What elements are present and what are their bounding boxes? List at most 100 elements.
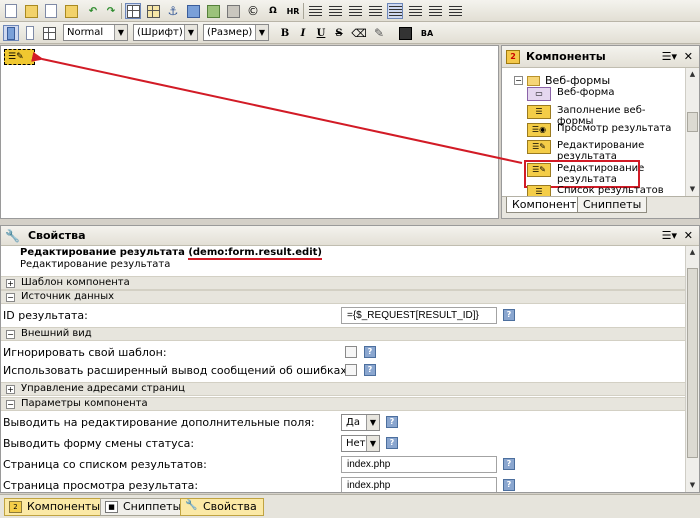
list-page-input[interactable] (341, 456, 497, 473)
scroll-down-icon[interactable]: ▼ (686, 183, 699, 196)
close-icon[interactable]: ✕ (684, 229, 693, 242)
source-mode-icon[interactable] (22, 25, 38, 41)
collapse-icon[interactable]: − (6, 400, 15, 409)
ordered-list-icon[interactable] (307, 3, 323, 19)
scroll-up-icon[interactable]: ▲ (686, 246, 699, 259)
bottom-tab-bar: 2 Компоненты ■ Сниппеты 🔧 Свойства (0, 494, 700, 518)
copyright-icon[interactable]: © (245, 3, 261, 19)
tree-item-label: Веб-форма (557, 87, 615, 98)
template-icon[interactable] (63, 3, 79, 19)
tab-snippets[interactable]: Сниппеты (577, 197, 648, 213)
help-icon[interactable]: ? (386, 437, 398, 449)
scroll-up-icon[interactable]: ▲ (686, 68, 699, 81)
collapse-icon[interactable]: − (6, 330, 15, 339)
text-color-icon[interactable]: ✎ (371, 25, 387, 41)
style-select[interactable]: Normal ▼ (63, 24, 128, 41)
help-icon[interactable]: ? (364, 346, 376, 358)
help-icon[interactable]: ? (503, 458, 515, 470)
save-icon[interactable] (23, 3, 39, 19)
scroll-thumb[interactable] (687, 268, 698, 458)
italic-button[interactable]: I (295, 25, 311, 41)
collapse-icon[interactable]: − (6, 293, 15, 302)
show-borders-icon[interactable] (125, 3, 141, 19)
group-component-params[interactable]: − Параметры компонента (1, 397, 685, 411)
status-form-select[interactable]: Нет ▼ (341, 435, 380, 452)
justify-icon[interactable] (447, 3, 463, 19)
editor-area[interactable]: ☰✎ (0, 45, 499, 219)
scroll-thumb[interactable] (687, 112, 698, 132)
bottom-tab-properties[interactable]: 🔧 Свойства (180, 498, 264, 516)
list-page-label: Страница со списком результатов: (3, 458, 207, 471)
strikethrough-button[interactable]: S (331, 25, 347, 41)
tree-folder-web-forms[interactable]: − Веб-формы (514, 74, 610, 87)
anchor-icon[interactable]: ⚓ (165, 3, 181, 19)
component-tree: − Веб-формы ▭ Веб-форма ☰ Заполнение веб… (502, 68, 685, 196)
result-id-input[interactable] (341, 307, 497, 324)
indent-icon[interactable] (367, 3, 383, 19)
collapse-icon[interactable]: − (514, 76, 523, 85)
components-scrollbar[interactable]: ▲ ▼ (685, 68, 699, 196)
background-color-icon[interactable] (397, 25, 413, 41)
size-select[interactable]: (Размер) ▼ (203, 24, 269, 41)
wysiwyg-mode-icon[interactable] (3, 25, 19, 41)
expand-icon[interactable]: + (6, 279, 15, 288)
font-size-icon[interactable]: ВA (417, 25, 437, 41)
group-appearance[interactable]: − Внешний вид (1, 327, 685, 341)
tree-item-result-edit-selected[interactable]: ☰✎ Редактирование результата (524, 160, 644, 188)
image-icon[interactable] (205, 3, 221, 19)
additional-fields-label: Выводить на редактирование дополнительны… (3, 416, 315, 429)
help-icon[interactable]: ? (364, 364, 376, 376)
result-list-icon: ☰ (527, 185, 551, 196)
expand-icon[interactable]: + (6, 385, 15, 394)
undo-icon[interactable]: ↶ (85, 3, 101, 19)
help-icon[interactable]: ? (503, 479, 515, 491)
hr-icon[interactable]: HR (285, 3, 301, 19)
properties-scrollbar[interactable]: ▲ ▼ (685, 246, 699, 492)
additional-fields-select[interactable]: Да ▼ (341, 414, 380, 431)
eraser-icon[interactable]: ⌫ (351, 25, 367, 41)
tree-item-result-edit[interactable]: ☰✎ Редактирование результата (527, 140, 677, 162)
tree-item-web-form[interactable]: ▭ Веб-форма (527, 87, 677, 101)
row-status-form: Выводить форму смены статуса: Нет ▼ ? (1, 434, 685, 453)
tree-item-result-list[interactable]: ☰ Список результатов (527, 185, 677, 196)
result-edit-icon: ☰✎ (8, 52, 24, 62)
row-extended-errors: Использовать расширенный вывод сообщений… (1, 361, 685, 380)
ignore-template-checkbox[interactable] (345, 346, 357, 358)
group-template[interactable]: + Шаблон компонента (1, 276, 685, 290)
help-icon[interactable]: ? (503, 309, 515, 321)
bottom-tab-snippets[interactable]: ■ Сниппеты (100, 498, 189, 516)
close-icon[interactable]: ✕ (684, 50, 693, 63)
bottom-tab-components[interactable]: 2 Компоненты (4, 498, 108, 516)
redo-icon[interactable]: ↷ (103, 3, 119, 19)
new-page-icon[interactable] (3, 3, 19, 19)
panel-menu-icon[interactable]: ☰▾ (662, 50, 677, 63)
align-center-icon[interactable] (407, 3, 423, 19)
form-fill-icon: ☰ (527, 105, 551, 119)
font-select[interactable]: (Шрифт) ▼ (133, 24, 198, 41)
underline-button[interactable]: U (313, 25, 329, 41)
component-description: Редактирование результата (20, 259, 171, 270)
split-mode-icon[interactable] (41, 25, 57, 41)
media-icon[interactable] (225, 3, 241, 19)
group-data-source[interactable]: − Источник данных (1, 290, 685, 304)
flash-icon[interactable] (185, 3, 201, 19)
insert-symbol-icon[interactable]: Ω (265, 3, 281, 19)
inserted-component-icon[interactable]: ☰✎ (4, 49, 35, 65)
properties-panel-title: Свойства (27, 229, 86, 242)
align-right-icon[interactable] (427, 3, 443, 19)
table-icon[interactable] (145, 3, 161, 19)
align-left-icon[interactable] (387, 3, 403, 19)
help-icon[interactable]: ? (386, 416, 398, 428)
group-label: Управление адресами страниц (21, 383, 185, 394)
open-icon[interactable] (43, 3, 59, 19)
scroll-down-icon[interactable]: ▼ (686, 479, 699, 492)
outdent-icon[interactable] (347, 3, 363, 19)
unordered-list-icon[interactable] (327, 3, 343, 19)
group-url-management[interactable]: + Управление адресами страниц (1, 382, 685, 396)
row-ignore-template: Игнорировать свой шаблон: ? (1, 343, 685, 362)
view-page-input[interactable] (341, 477, 497, 492)
extended-errors-checkbox[interactable] (345, 364, 357, 376)
panel-menu-icon[interactable]: ☰▾ (662, 229, 677, 242)
bold-button[interactable]: B (277, 25, 293, 41)
tree-item-result-view[interactable]: ☰◉ Просмотр результата (527, 123, 677, 137)
